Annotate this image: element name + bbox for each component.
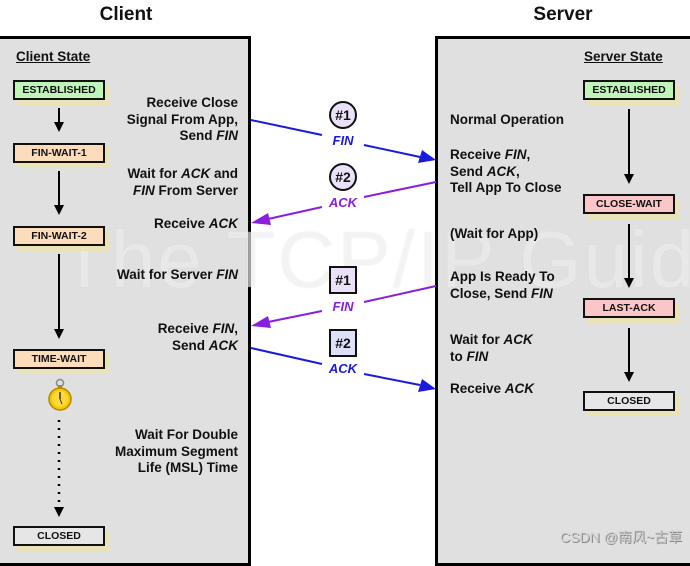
message-2-number: #2 (329, 163, 357, 191)
client-transition-arrow-1 (54, 108, 64, 132)
message-3-number: #1 (329, 266, 357, 294)
server-transition-arrow-2 (624, 224, 634, 288)
message-1-label: FIN (332, 133, 354, 148)
stopwatch-icon (48, 378, 72, 411)
message-3-label: FIN (332, 299, 354, 314)
server-transition-arrow-3 (624, 328, 634, 382)
message-4-label: ACK (328, 361, 358, 376)
message-4-number: #2 (329, 329, 357, 357)
client-transition-arrow-2 (54, 171, 64, 215)
client-transition-arrow-dotted (54, 420, 64, 517)
watermark-csdn: CSDN @南风~古草 (560, 529, 682, 545)
client-transition-arrow-3 (54, 254, 64, 339)
message-2-label: ACK (328, 195, 358, 210)
server-transition-arrow-1 (624, 109, 634, 184)
message-1-number: #1 (329, 101, 357, 129)
